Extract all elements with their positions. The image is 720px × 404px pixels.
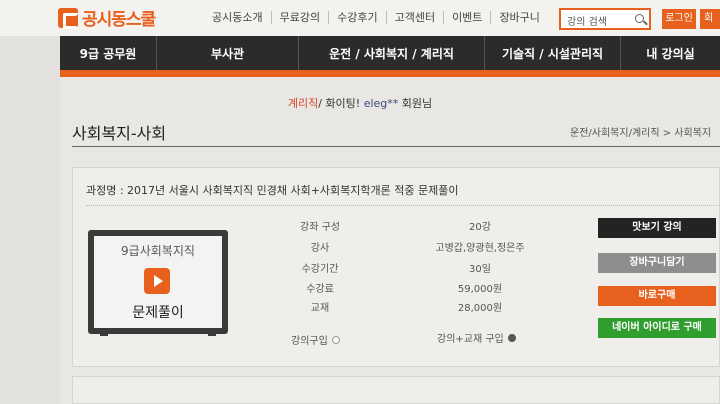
thumbnail-screen: 9급사회복지직 문제풀이 — [94, 236, 222, 328]
info-value-textbook: 28,000원 — [457, 303, 503, 314]
info-label-composition: 강좌 구성 — [300, 222, 340, 233]
option-lecture-only[interactable]: 강의구입 — [291, 332, 340, 347]
buy-now-button[interactable]: 바로구매 — [598, 286, 716, 306]
top-nav-event[interactable]: 이벤트 — [443, 11, 490, 24]
info-label-period: 수강기간 — [301, 264, 339, 275]
logo-text: 공시동스쿨 — [82, 10, 156, 30]
title-divider — [72, 146, 720, 147]
breadcrumb: 운전/사회복지/계리직 > 사회복지 — [570, 128, 712, 139]
main-nav-noncommissioned[interactable]: 부사관 — [156, 36, 298, 70]
info-value-instructor: 고병갑,양광현,정은주 — [435, 243, 525, 254]
top-nav-reviews[interactable]: 수강후기 — [328, 11, 385, 24]
main-nav-9th-grade[interactable]: 9급 공무원 — [60, 36, 156, 70]
naver-buy-button[interactable]: 네이버 아이디로 구매 — [598, 318, 716, 338]
welcome-user: eleg** — [363, 97, 399, 110]
radio-lecture-only[interactable] — [331, 335, 340, 344]
next-course-panel — [72, 376, 720, 404]
option-lecture-only-label: 강의구입 — [291, 336, 328, 347]
play-icon[interactable] — [144, 268, 170, 294]
login-button[interactable]: 로그인 — [662, 9, 696, 29]
top-nav: 공시동소개 무료강의 수강후기 고객센터 이벤트 장바구니 — [212, 11, 548, 24]
welcome-text: / 화이팅! — [318, 97, 361, 110]
search-placeholder: 강의 검색 — [567, 17, 607, 28]
main-nav: 9급 공무원 부사관 운전 / 사회복지 / 계리직 기술직 / 시설관리직 내… — [60, 36, 720, 70]
preview-lecture-button[interactable]: 맛보기 강의 — [598, 218, 716, 238]
radio-lecture-book[interactable] — [507, 333, 516, 342]
main-nav-technical[interactable]: 기술직 / 시설관리직 — [484, 36, 620, 70]
welcome-category: 계리직 — [287, 97, 319, 110]
site-logo[interactable]: 공시동스쿨 — [58, 5, 156, 30]
course-name: 과정명 : 2017년 서울시 사회복지직 민경채 사회+사회복지학개론 적중 … — [86, 184, 459, 197]
welcome-suffix: 회원님 — [401, 97, 433, 110]
info-value-fee: 59,000원 — [457, 284, 503, 295]
info-label-instructor: 강사 — [310, 243, 330, 254]
option-lecture-book[interactable]: 강의+교재 구입 — [437, 330, 516, 345]
option-lecture-book-label: 강의+교재 구입 — [437, 334, 504, 345]
info-label-fee: 수강료 — [306, 284, 334, 295]
left-margin — [0, 36, 60, 404]
main-nav-driving-welfare[interactable]: 운전 / 사회복지 / 계리직 — [298, 36, 484, 70]
nav-underline — [60, 70, 720, 77]
course-thumbnail[interactable]: 9급사회복지직 문제풀이 — [88, 230, 228, 336]
main-nav-my-classroom[interactable]: 내 강의실 — [620, 36, 720, 70]
top-header: 공시동스쿨 공시동소개 무료강의 수강후기 고객센터 이벤트 장바구니 강의 검… — [0, 0, 720, 36]
info-label-textbook: 교재 — [310, 303, 330, 314]
search-icon[interactable] — [635, 14, 644, 23]
monitor-leg-left — [100, 330, 108, 336]
logo-icon — [58, 7, 79, 29]
search-input[interactable]: 강의 검색 — [559, 8, 651, 30]
info-value-composition: 20강 — [469, 222, 491, 233]
top-nav-support[interactable]: 고객센터 — [385, 11, 443, 24]
top-nav-about[interactable]: 공시동소개 — [212, 11, 271, 24]
monitor-leg-right — [208, 330, 216, 336]
course-divider — [86, 205, 720, 206]
join-button[interactable]: 회 — [700, 9, 720, 29]
top-nav-free-lecture[interactable]: 무료강의 — [270, 11, 328, 24]
add-to-cart-button[interactable]: 장바구니담기 — [598, 253, 716, 273]
thumbnail-title: 문제풀이 — [132, 305, 184, 321]
info-value-period: 30일 — [469, 264, 491, 275]
welcome-message: 계리직/ 화이팅! eleg** 회원님 — [0, 95, 720, 111]
top-nav-cart[interactable]: 장바구니 — [490, 11, 547, 24]
thumbnail-category: 9급사회복지직 — [121, 244, 195, 258]
page-title: 사회복지-사회 — [72, 124, 167, 143]
